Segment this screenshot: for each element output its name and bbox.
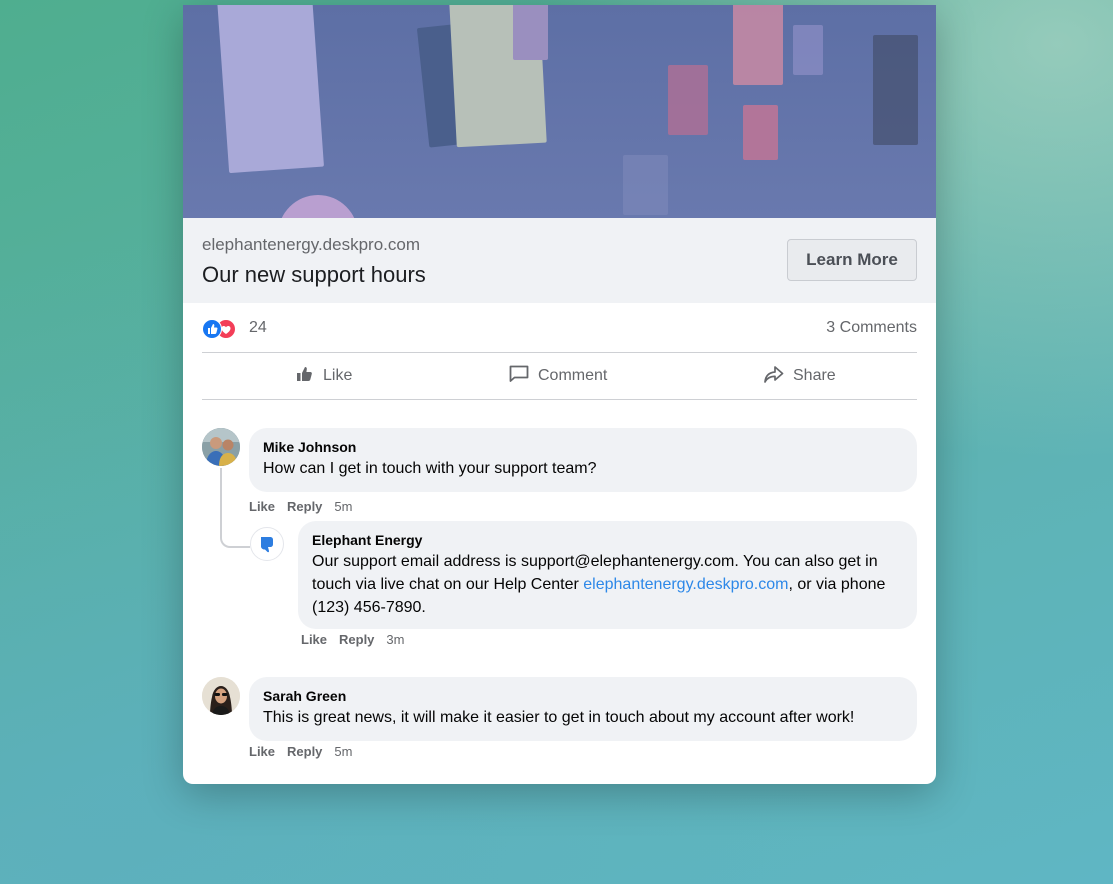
like-reaction-icon[interactable] bbox=[202, 319, 222, 339]
comment-label: Comment bbox=[538, 367, 608, 384]
reply-meta: Like Reply 3m bbox=[301, 632, 404, 647]
sticky-note bbox=[623, 155, 668, 215]
sticky-note bbox=[873, 35, 918, 145]
sticky-note bbox=[513, 5, 548, 60]
comments-count[interactable]: 3 Comments bbox=[826, 319, 917, 337]
sticky-note bbox=[743, 105, 778, 160]
reply-text: Our support email address is support@ele… bbox=[312, 553, 886, 616]
sticky-note bbox=[793, 25, 823, 75]
link-preview[interactable]: elephantenergy.deskpro.com Our new suppo… bbox=[183, 218, 936, 303]
comment-icon bbox=[508, 364, 530, 389]
comment-meta: Like Reply 5m bbox=[249, 744, 352, 759]
reply-like-link[interactable]: Like bbox=[301, 632, 327, 647]
reaction-count[interactable]: 24 bbox=[249, 319, 267, 337]
sticky-note bbox=[733, 5, 783, 85]
comment-time: 5m bbox=[334, 499, 353, 514]
divider bbox=[202, 399, 917, 400]
reply-bubble: Elephant Energy Our support email addres… bbox=[298, 521, 917, 629]
comment-author[interactable]: Mike Johnson bbox=[263, 439, 903, 455]
reply-time: 3m bbox=[386, 632, 405, 647]
comment-like-link[interactable]: Like bbox=[249, 499, 275, 514]
reply-reply-link[interactable]: Reply bbox=[339, 632, 374, 647]
link-domain: elephantenergy.deskpro.com bbox=[202, 235, 420, 254]
sticky-note bbox=[668, 65, 708, 135]
comment-text: How can I get in touch with your support… bbox=[263, 460, 597, 477]
comment-meta: Like Reply 5m bbox=[249, 499, 352, 514]
share-icon bbox=[763, 364, 785, 389]
reactions-bar: 24 3 Comments bbox=[202, 316, 917, 340]
learn-more-button[interactable]: Learn More bbox=[787, 239, 917, 281]
comment-author[interactable]: Sarah Green bbox=[263, 688, 903, 704]
share-button[interactable]: Share bbox=[763, 353, 836, 399]
comment-button[interactable]: Comment bbox=[508, 353, 607, 399]
reply-author[interactable]: Elephant Energy bbox=[312, 532, 903, 548]
post-actions: Like Comment Share bbox=[202, 353, 917, 399]
sticky-note bbox=[278, 195, 358, 218]
comment-reply-link[interactable]: Reply bbox=[287, 499, 322, 514]
comment-reply-link[interactable]: Reply bbox=[287, 744, 322, 759]
comment-bubble: Mike Johnson How can I get in touch with… bbox=[249, 428, 917, 492]
mike-johnson-avatar[interactable] bbox=[202, 428, 240, 466]
comment-time: 5m bbox=[334, 744, 353, 759]
comment-like-link[interactable]: Like bbox=[249, 744, 275, 759]
like-label: Like bbox=[323, 367, 353, 384]
share-label: Share bbox=[793, 367, 836, 384]
sticky-note bbox=[217, 5, 324, 174]
comment-bubble: Sarah Green This is great news, it will … bbox=[249, 677, 917, 741]
post-image[interactable] bbox=[183, 5, 936, 218]
comment-text: This is great news, it will make it easi… bbox=[263, 709, 855, 726]
link-headline[interactable]: Our new support hours bbox=[202, 262, 426, 288]
thread-connector bbox=[220, 468, 250, 548]
help-center-link[interactable]: elephantenergy.deskpro.com bbox=[583, 576, 788, 593]
elephant-energy-avatar[interactable] bbox=[250, 527, 284, 561]
thumbs-up-icon bbox=[295, 364, 315, 389]
like-button[interactable]: Like bbox=[295, 353, 352, 399]
sarah-green-avatar[interactable] bbox=[202, 677, 240, 715]
